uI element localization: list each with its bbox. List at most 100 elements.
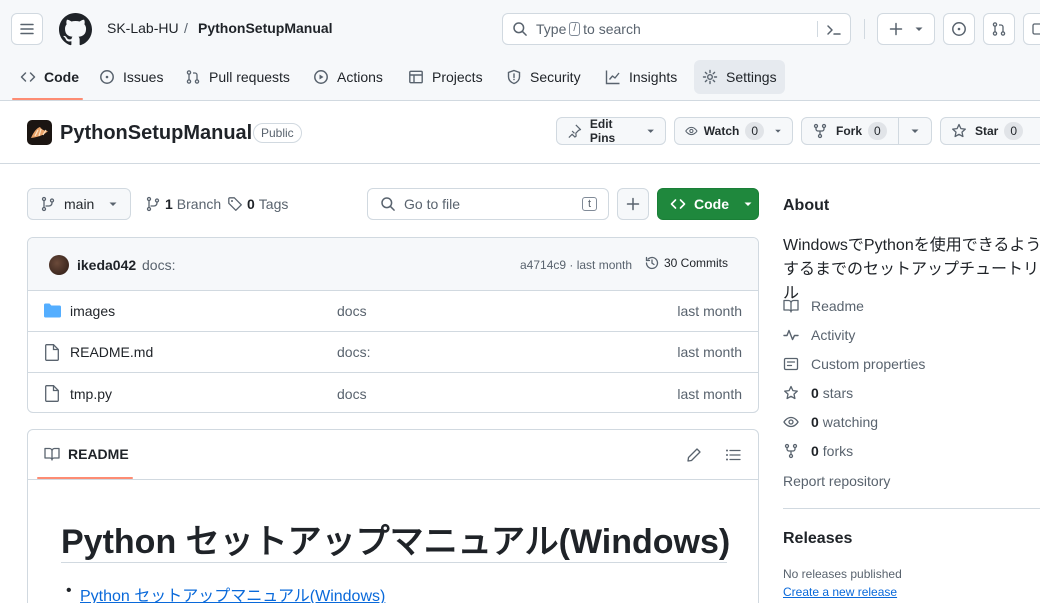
list-unordered-icon[interactable]: [725, 447, 741, 463]
tab-actions-label: Actions: [337, 69, 383, 85]
branches-label: Branch: [176, 196, 222, 212]
tags-label: Tags: [258, 196, 289, 212]
tag-icon: [228, 197, 242, 211]
watch-count: 0: [745, 122, 765, 140]
search-placeholder-suffix: to search: [583, 21, 641, 37]
search-icon: [381, 197, 395, 211]
search-input[interactable]: Type / to search: [502, 13, 851, 45]
watch-button[interactable]: Watch 0: [674, 117, 793, 145]
commit-hash-time[interactable]: a4714c9 · last month: [520, 258, 632, 272]
tab-insights[interactable]: Insights: [597, 60, 685, 94]
command-palette-icon[interactable]: [826, 22, 842, 38]
report-repository-link[interactable]: Report repository: [783, 473, 890, 489]
branches-link[interactable]: 1 Branch: [145, 196, 221, 212]
star-count: 0: [1004, 122, 1024, 140]
readme-header: README: [28, 430, 758, 480]
inbox-button[interactable]: [1023, 13, 1040, 45]
watching-link[interactable]: 0 watching: [783, 414, 878, 430]
tab-actions[interactable]: Actions: [305, 60, 391, 94]
header-divider: [864, 19, 865, 39]
file-row[interactable]: tmp.py docs last month: [28, 373, 758, 412]
search-placeholder-prefix: Type: [536, 21, 567, 37]
fork-button[interactable]: Fork 0: [801, 117, 899, 145]
branch-name: main: [64, 196, 95, 212]
hamburger-icon: [20, 23, 34, 35]
tab-insights-label: Insights: [629, 69, 678, 85]
graph-icon: [605, 70, 620, 85]
file-row[interactable]: README.md docs: last month: [28, 332, 758, 373]
branch-selector[interactable]: main: [27, 188, 131, 220]
github-logo[interactable]: [59, 13, 92, 46]
commits-link[interactable]: 30 Commits: [644, 255, 728, 271]
eye-icon: [783, 416, 799, 428]
tab-settings[interactable]: Settings: [694, 60, 785, 94]
issues-shortcut-button[interactable]: [943, 13, 975, 45]
pencil-icon[interactable]: [686, 447, 702, 463]
toc-link[interactable]: Python セットアップマニュアル(Windows): [80, 588, 385, 603]
fork-dropdown-button[interactable]: [898, 117, 932, 145]
commit-author[interactable]: ikeda042: [77, 257, 136, 273]
about-description: WindowsでPythonを使用できるようにするまでのセットアップチュートリア…: [783, 237, 1040, 302]
file-name[interactable]: images: [70, 303, 115, 319]
star-icon: [952, 123, 966, 138]
tab-issues[interactable]: Issues: [91, 60, 171, 94]
owner-link[interactable]: SK-Lab-HU: [107, 20, 179, 36]
file-name[interactable]: tmp.py: [70, 386, 112, 402]
tab-pull-requests[interactable]: Pull requests: [177, 60, 298, 94]
activity-link[interactable]: Activity: [783, 327, 855, 343]
add-file-button[interactable]: [617, 188, 649, 220]
tab-code-label: Code: [44, 69, 79, 85]
folder-icon: [44, 303, 61, 318]
go-to-file-input[interactable]: Go to file t: [367, 188, 609, 220]
readme-tab[interactable]: README: [44, 446, 129, 462]
forks-link[interactable]: 0 forks: [783, 443, 853, 459]
author-avatar[interactable]: [49, 255, 69, 275]
command-palette-divider: [817, 21, 818, 37]
file-commit-message[interactable]: docs: [337, 386, 367, 402]
file-commit-message[interactable]: docs: [337, 303, 367, 319]
file-commit-message[interactable]: docs:: [337, 344, 370, 360]
tags-link[interactable]: 0 Tags: [227, 196, 288, 212]
go-to-file-placeholder: Go to file: [404, 196, 461, 212]
readme-panel: README Python セットアップマニュアル(Windows) • Pyt…: [27, 429, 759, 603]
menu-button[interactable]: [11, 13, 43, 45]
tab-security-label: Security: [530, 69, 581, 85]
file-date: last month: [677, 344, 742, 360]
tab-code[interactable]: Code: [12, 60, 87, 94]
pull-requests-shortcut-button[interactable]: [983, 13, 1015, 45]
stars-link[interactable]: 0 stars: [783, 385, 853, 401]
custom-properties-link[interactable]: Custom properties: [783, 356, 925, 372]
readme-link[interactable]: Readme: [783, 298, 864, 314]
fork-count: 0: [868, 122, 887, 140]
star-label: Star: [975, 124, 999, 138]
triangle-down-icon: [647, 129, 654, 133]
create-new-button[interactable]: [877, 13, 935, 45]
tab-settings-label: Settings: [726, 69, 777, 85]
tab-projects[interactable]: Projects: [400, 60, 491, 94]
activity-link-label: Activity: [811, 327, 856, 343]
code-button[interactable]: Code: [657, 188, 759, 220]
star-button[interactable]: Star 0: [940, 117, 1040, 145]
tab-security[interactable]: Security: [498, 60, 589, 94]
issue-opened-icon: [100, 70, 114, 84]
search-icon: [513, 22, 527, 36]
issue-opened-icon: [952, 22, 966, 36]
file-date: last month: [677, 303, 742, 319]
bullet: •: [66, 582, 72, 599]
book-icon: [44, 447, 60, 461]
watching-count: 0: [811, 414, 819, 430]
about-heading: About: [783, 197, 830, 214]
file-row[interactable]: images docs last month: [28, 291, 758, 332]
edit-pins-button[interactable]: Edit Pins: [556, 117, 666, 145]
watching-label: watching: [822, 414, 879, 430]
toc-list-item: • Python セットアップマニュアル(Windows): [66, 582, 385, 603]
file-icon: [45, 385, 59, 402]
repo-avatar: [27, 120, 52, 145]
commit-message[interactable]: docs:: [142, 257, 175, 273]
create-release-link[interactable]: Create a new release: [783, 585, 897, 599]
file-name[interactable]: README.md: [70, 344, 153, 360]
repo-link[interactable]: PythonSetupManual: [198, 20, 333, 36]
plus-icon: [889, 22, 903, 36]
repo-name[interactable]: PythonSetupManual: [60, 122, 252, 145]
releases-heading[interactable]: Releases: [783, 530, 852, 548]
